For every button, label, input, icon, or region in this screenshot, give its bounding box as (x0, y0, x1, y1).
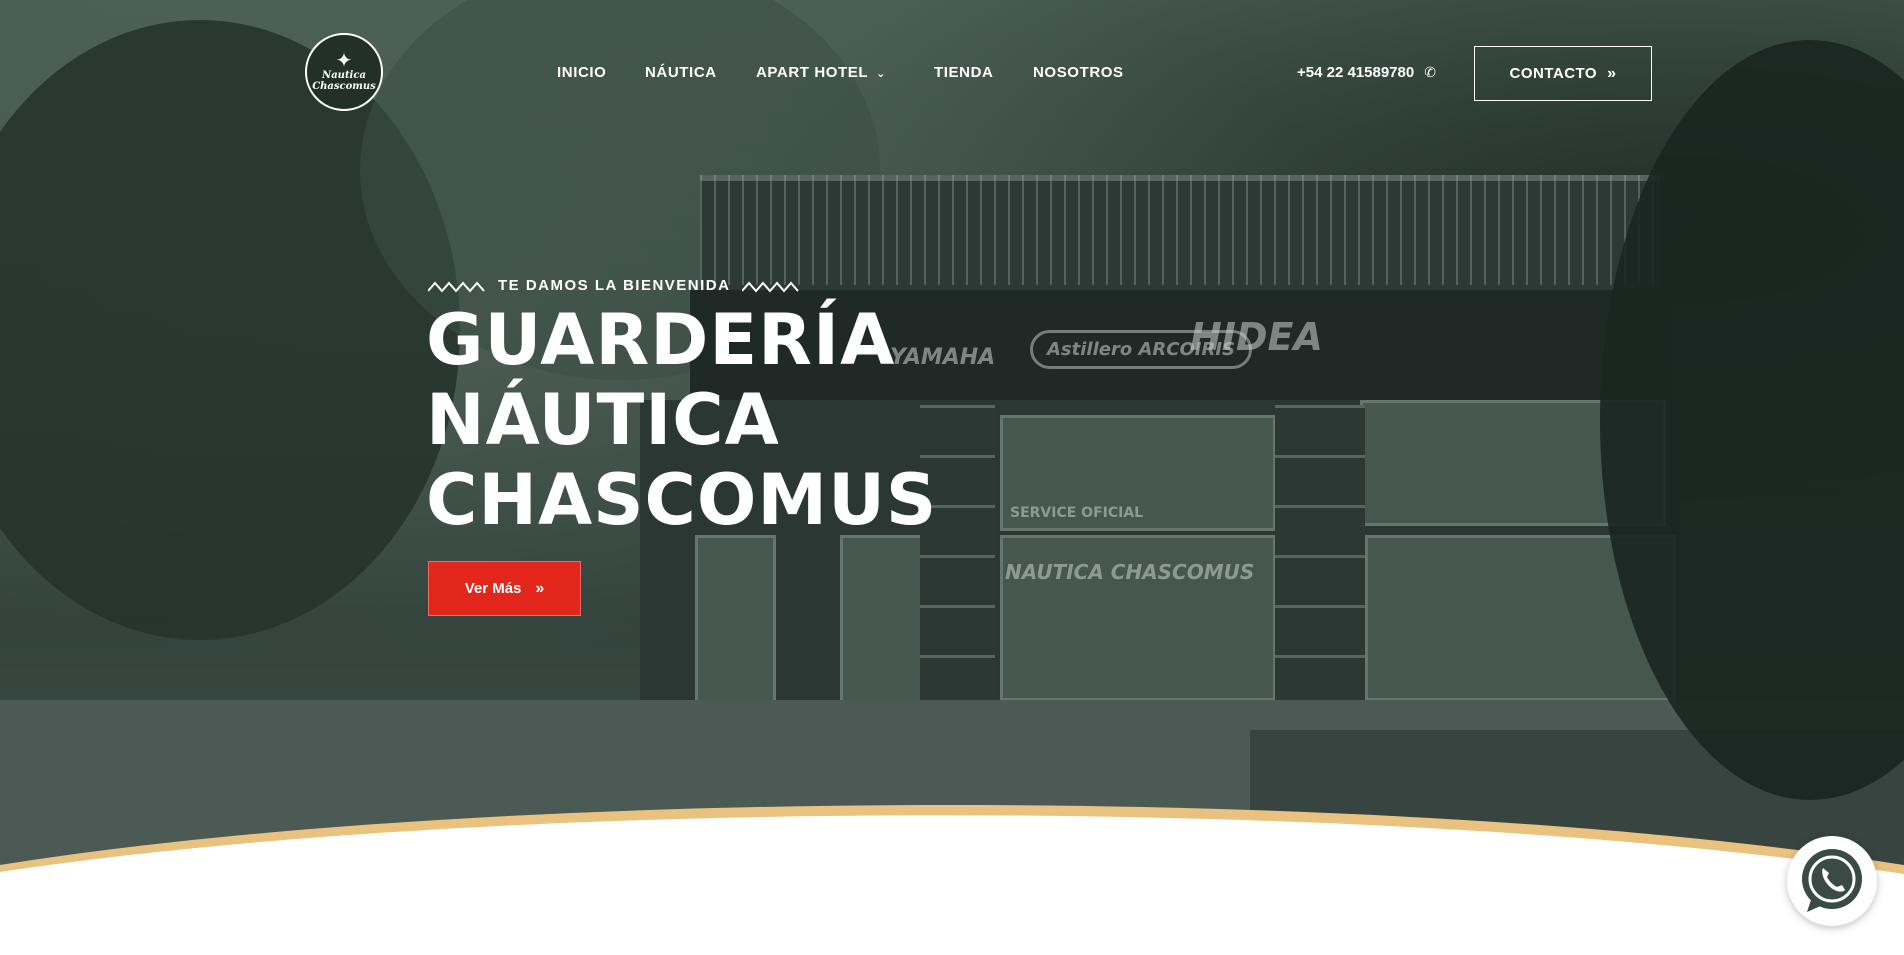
phone-link[interactable]: +54 22 41589780 ✆ (1297, 64, 1436, 81)
eyebrow-text: TE DAMOS LA BIENVENIDA (498, 277, 731, 294)
nav-item-inicio[interactable]: INICIO (557, 64, 606, 81)
hero-background: YAMAHA Astillero ARCOIRIS HIDEA SERVICE … (0, 0, 1904, 900)
hero-title-line: CHASCOMUS (426, 459, 938, 541)
shop-door (840, 535, 926, 716)
hero-title-line: GUARDERÍA (426, 299, 896, 381)
nav-item-apart-hotel[interactable]: APART HOTEL ⌄ (756, 64, 886, 81)
nav-item-tienda[interactable]: TIENDA (934, 64, 993, 81)
ver-mas-label: Ver Más (464, 580, 522, 597)
hero-section: YAMAHA Astillero ARCOIRIS HIDEA SERVICE … (0, 0, 1904, 955)
logo-text-line1: Nautica (322, 70, 366, 81)
nav-item-nautica[interactable]: NÁUTICA (645, 64, 717, 81)
bg-sign: SERVICE OFICIAL (1010, 505, 1144, 521)
ver-mas-button[interactable]: Ver Más » (428, 561, 581, 616)
hero-title-line: NÁUTICA (426, 379, 780, 461)
striped-column (1275, 405, 1365, 730)
hero-eyebrow: TE DAMOS LA BIENVENIDA (428, 277, 800, 294)
contact-button[interactable]: CONTACTO » (1474, 46, 1652, 101)
section-curve-divider (0, 805, 1904, 955)
logo[interactable]: ✦ Nautica Chascomus (305, 33, 383, 111)
phone-icon: ✆ (1424, 64, 1436, 80)
logo-text-line2: Chascomus (312, 81, 376, 92)
wave-icon (742, 280, 800, 293)
nav-item-nosotros[interactable]: NOSOTROS (1033, 64, 1124, 81)
double-chevron-right-icon: » (1607, 64, 1617, 82)
shop-door (695, 535, 776, 716)
bg-sign: NAUTICA CHASCOMUS (1005, 560, 1255, 584)
chevron-down-icon: ⌄ (876, 68, 886, 80)
wave-icon (428, 280, 485, 293)
whatsapp-button[interactable] (1787, 836, 1877, 926)
double-chevron-right-icon: » (535, 579, 545, 597)
hero-title: GUARDERÍA NÁUTICA CHASCOMUS (426, 300, 937, 540)
phone-number: +54 22 41589780 (1297, 64, 1415, 81)
bg-sign: HIDEA (1190, 315, 1323, 359)
nav-item-label: APART HOTEL (756, 64, 869, 81)
whatsapp-icon (1802, 849, 1862, 912)
contact-button-label: CONTACTO (1509, 65, 1598, 82)
logo-icon: ✦ (335, 50, 353, 72)
balcony-railing (700, 175, 1660, 285)
